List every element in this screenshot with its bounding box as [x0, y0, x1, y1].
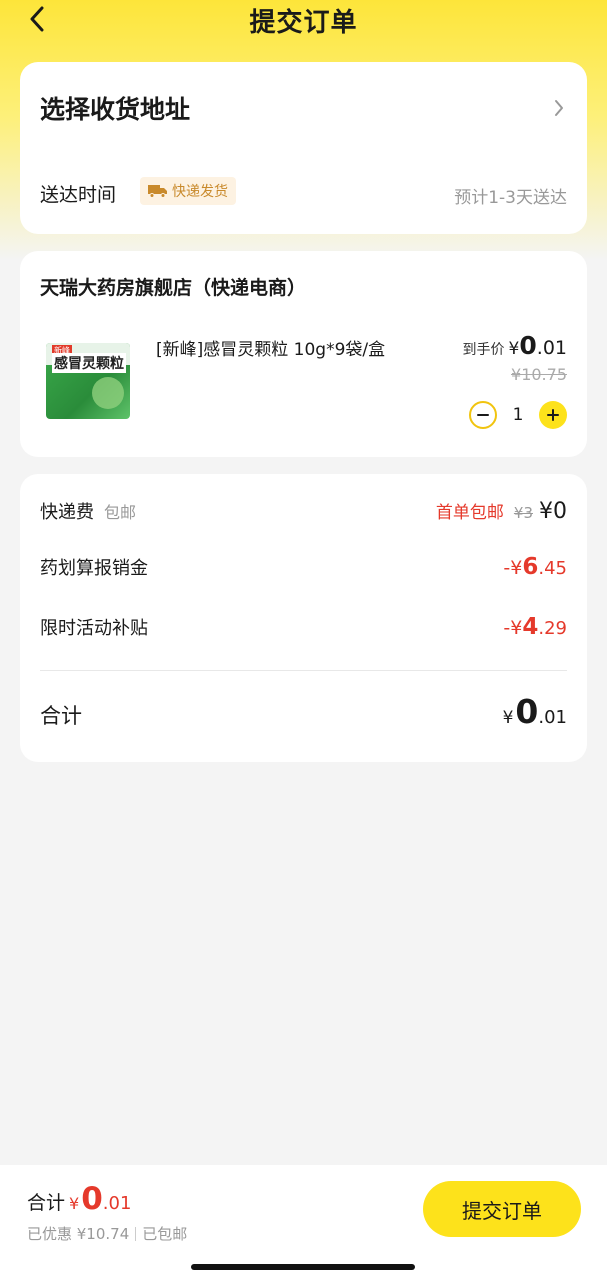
- subsidy-integer: 4: [522, 614, 539, 640]
- shipping-value: ¥0: [539, 499, 567, 524]
- insurance-decimal: .45: [538, 558, 567, 579]
- bottom-total-integer: 0: [81, 1181, 103, 1217]
- plus-icon: [547, 409, 559, 421]
- delivery-badge-text: 快递发货: [172, 184, 228, 200]
- decrease-quantity-button[interactable]: [469, 401, 497, 429]
- total-label: 合计: [40, 704, 82, 728]
- discount-text: 已优惠 ¥10.74: [27, 1225, 130, 1243]
- fee-summary-card: 快递费 包邮 首单包邮 ¥3 ¥0 药划算报销金 - ¥6.45 限时活动补贴 -…: [20, 474, 587, 762]
- subsidy-currency: ¥: [510, 617, 523, 639]
- meta-separator: [135, 1226, 137, 1241]
- submit-order-button[interactable]: 提交订单: [423, 1181, 581, 1237]
- address-card: 选择收货地址 送达时间 快递发货 预计1-3天送达: [20, 62, 587, 234]
- delivery-badge: 快递发货: [140, 177, 236, 205]
- quantity-value: 1: [512, 405, 524, 425]
- subsidy-sign: -: [503, 617, 511, 639]
- total-value: ¥0.01: [503, 692, 567, 731]
- bottom-total-decimal: .01: [102, 1193, 132, 1214]
- select-address-link[interactable]: 选择收货地址: [40, 90, 190, 126]
- product-card: 天瑞大药房旗舰店（快递电商） 新峰 感冒灵颗粒 [新峰]感冒灵颗粒 10g*9袋…: [20, 251, 587, 457]
- subsidy-decimal: .29: [538, 618, 567, 639]
- total-currency: ¥: [502, 708, 514, 728]
- bottom-total-label: 合计: [27, 1192, 66, 1214]
- total-integer: 0: [515, 692, 539, 731]
- back-button[interactable]: [22, 4, 52, 34]
- truck-icon: [148, 185, 167, 198]
- product-image-graphic: [92, 377, 124, 409]
- bottom-total-currency: ¥: [69, 1194, 80, 1213]
- insurance-row: 药划算报销金 - ¥6.45: [40, 552, 567, 582]
- store-name: 天瑞大药房旗舰店（快递电商）: [40, 277, 307, 299]
- product-name[interactable]: [新峰]感冒灵颗粒 10g*9袋/盒: [156, 337, 406, 363]
- price-label: 到手价: [462, 342, 505, 358]
- delivery-eta: 预计1-3天送达: [454, 188, 567, 208]
- bottom-total: 合计 ¥0.01: [27, 1181, 131, 1217]
- page-title: 提交订单: [249, 7, 358, 38]
- price-integer: 0: [519, 331, 537, 360]
- insurance-label: 药划算报销金: [40, 558, 148, 579]
- product-price: 到手价 ¥0.01: [463, 331, 567, 360]
- shipping-fee-label: 快递费: [40, 502, 94, 523]
- price-decimal: .01: [536, 337, 567, 359]
- subsidy-row: 限时活动补贴 - ¥4.29: [40, 612, 567, 642]
- shipping-original: ¥3: [513, 504, 533, 522]
- insurance-sign: -: [503, 557, 511, 579]
- subsidy-label: 限时活动补贴: [40, 618, 148, 639]
- chevron-left-icon: [30, 6, 44, 32]
- increase-quantity-button[interactable]: [539, 401, 567, 429]
- shipping-fee-sublabel: 包邮: [104, 503, 137, 522]
- bottom-meta: 已优惠 ¥10.74 已包邮: [27, 1223, 187, 1244]
- original-price: ¥10.75: [511, 365, 567, 384]
- product-image-label: 感冒灵颗粒: [52, 353, 126, 373]
- shipping-promo: 首单包邮: [435, 503, 504, 523]
- product-image[interactable]: 新峰 感冒灵颗粒: [46, 343, 130, 419]
- home-indicator: [191, 1264, 415, 1270]
- insurance-currency: ¥: [510, 557, 523, 579]
- shipping-fee-row: 快递费 包邮 首单包邮 ¥3 ¥0: [40, 496, 567, 526]
- minus-icon: [477, 414, 489, 416]
- price-currency: ¥: [508, 339, 520, 359]
- total-decimal: .01: [538, 707, 567, 728]
- shipping-text: 已包邮: [142, 1225, 188, 1243]
- chevron-right-icon[interactable]: [551, 96, 567, 120]
- bottom-checkout-bar: 合计 ¥0.01 已优惠 ¥10.74 已包邮 提交订单: [0, 1165, 607, 1280]
- divider: [40, 670, 567, 671]
- delivery-time-label: 送达时间: [40, 184, 117, 206]
- nav-bar: 提交订单: [0, 0, 607, 40]
- quantity-stepper: 1: [469, 401, 567, 429]
- insurance-integer: 6: [522, 554, 539, 580]
